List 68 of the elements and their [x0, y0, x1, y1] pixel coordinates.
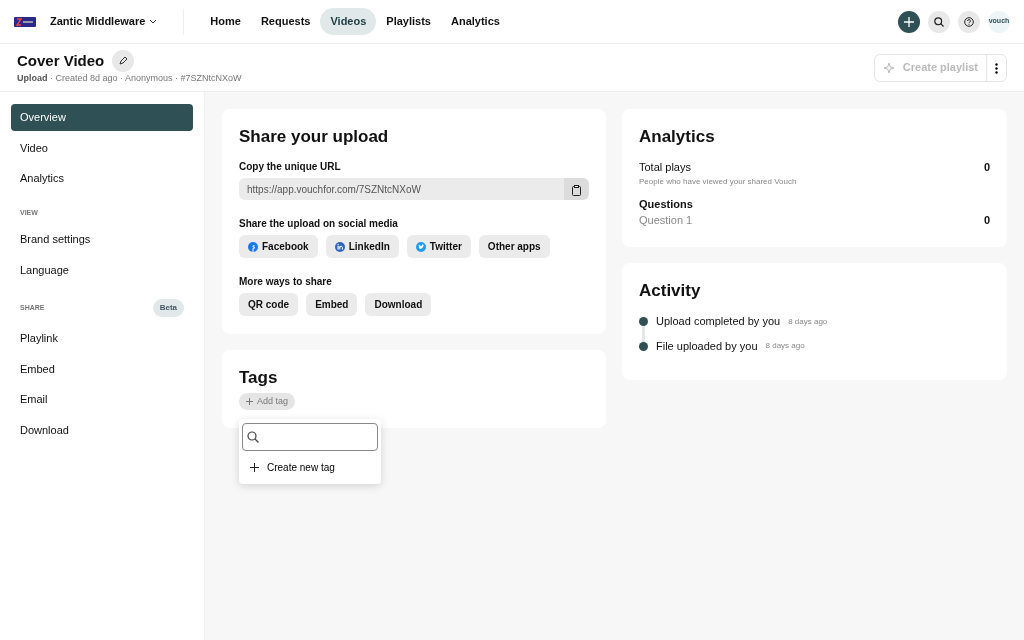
linkedin-logo-icon: [334, 241, 345, 252]
card-title: Analytics: [639, 127, 716, 148]
search-icon: [934, 16, 944, 27]
activity-text: File uploaded by you: [656, 338, 758, 354]
copy-button[interactable]: [564, 178, 589, 201]
share-button[interactable]: QR code: [239, 293, 299, 317]
share-button[interactable]: Other apps: [478, 235, 550, 259]
url-field[interactable]: https://app.vouchfor.com/7SZNtcNXoW: [239, 178, 564, 201]
create-tag-option[interactable]: Create new tag: [242, 458, 343, 476]
nav-tab[interactable]: Videos: [320, 8, 377, 35]
page-meta: Upload · Created 8d ago · Anonymous · #7SZNtcNXoW: [17, 71, 242, 85]
question-label: Question 1: [639, 213, 693, 229]
workspace-dropdown[interactable]: Zantic Middleware: [40, 8, 168, 35]
stat-description: People who have viewed your shared Vouch: [639, 175, 797, 188]
search-button[interactable]: [928, 10, 950, 33]
nav-tab[interactable]: Playlists: [376, 8, 441, 35]
activity-time: 8 days ago: [788, 315, 828, 328]
sidebar-item[interactable]: Language: [11, 256, 193, 283]
edit-button[interactable]: [112, 49, 135, 72]
sidebar-item[interactable]: Download: [11, 416, 193, 443]
beta-badge: Beta: [152, 299, 184, 317]
share-button[interactable]: Twitter: [406, 235, 471, 259]
field-label: Share the upload on social media: [239, 217, 399, 232]
logo-icon: [14, 16, 36, 27]
stat-value: 0: [983, 160, 990, 176]
plus-icon: [246, 398, 253, 406]
activity-time: 8 days ago: [765, 340, 805, 353]
share-button[interactable]: Download: [365, 293, 432, 317]
card-title: Tags: [239, 368, 279, 389]
facebook-logo-icon: [248, 241, 258, 252]
page-title: Cover Video: [17, 51, 105, 70]
tag-search-field[interactable]: [242, 422, 378, 451]
sparkle-icon: [882, 61, 895, 74]
card-title: Activity: [639, 280, 702, 302]
sidebar-item[interactable]: Embed: [11, 355, 193, 382]
section-label: Questions: [639, 196, 694, 212]
share-button[interactable]: LinkedIn: [325, 235, 399, 259]
question-circle-icon: [964, 16, 974, 27]
plus-icon: [250, 462, 259, 472]
add-tag-button[interactable]: Add tag: [239, 392, 296, 411]
card-title: Share your upload: [239, 127, 390, 148]
stat-label: Total plays: [639, 160, 692, 176]
stat-value: 0: [983, 213, 990, 229]
sidebar-item[interactable]: Overview: [11, 104, 193, 131]
field-label: More ways to share: [239, 275, 333, 290]
nav-tab[interactable]: Requests: [250, 8, 321, 35]
sidebar-item[interactable]: Brand settings: [11, 226, 193, 253]
field-label: Copy the unique URL: [239, 160, 342, 175]
sidebar-item[interactable]: Video: [11, 134, 193, 161]
bird-icon: [415, 241, 426, 252]
timeline-dot-icon: [639, 317, 648, 327]
more-vertical-icon: [995, 62, 998, 74]
clipboard-icon: [572, 184, 581, 196]
add-button[interactable]: [898, 10, 920, 33]
help-button[interactable]: [958, 10, 980, 33]
plus-icon: [904, 16, 914, 27]
share-button[interactable]: Facebook: [239, 235, 318, 259]
pencil-icon: [118, 56, 128, 66]
activity-text: Upload completed by you: [656, 314, 781, 330]
sidebar-item[interactable]: Playlink: [11, 325, 193, 352]
nav-tab[interactable]: Home: [200, 8, 251, 35]
share-button[interactable]: Embed: [306, 293, 358, 317]
search-icon: [247, 430, 259, 443]
chevron-down-icon: [149, 18, 158, 25]
sidebar-item[interactable]: Analytics: [11, 165, 193, 192]
nav-tab[interactable]: Analytics: [440, 8, 510, 35]
sidebar-item[interactable]: Email: [11, 386, 193, 413]
timeline-dot-icon: [639, 341, 648, 351]
